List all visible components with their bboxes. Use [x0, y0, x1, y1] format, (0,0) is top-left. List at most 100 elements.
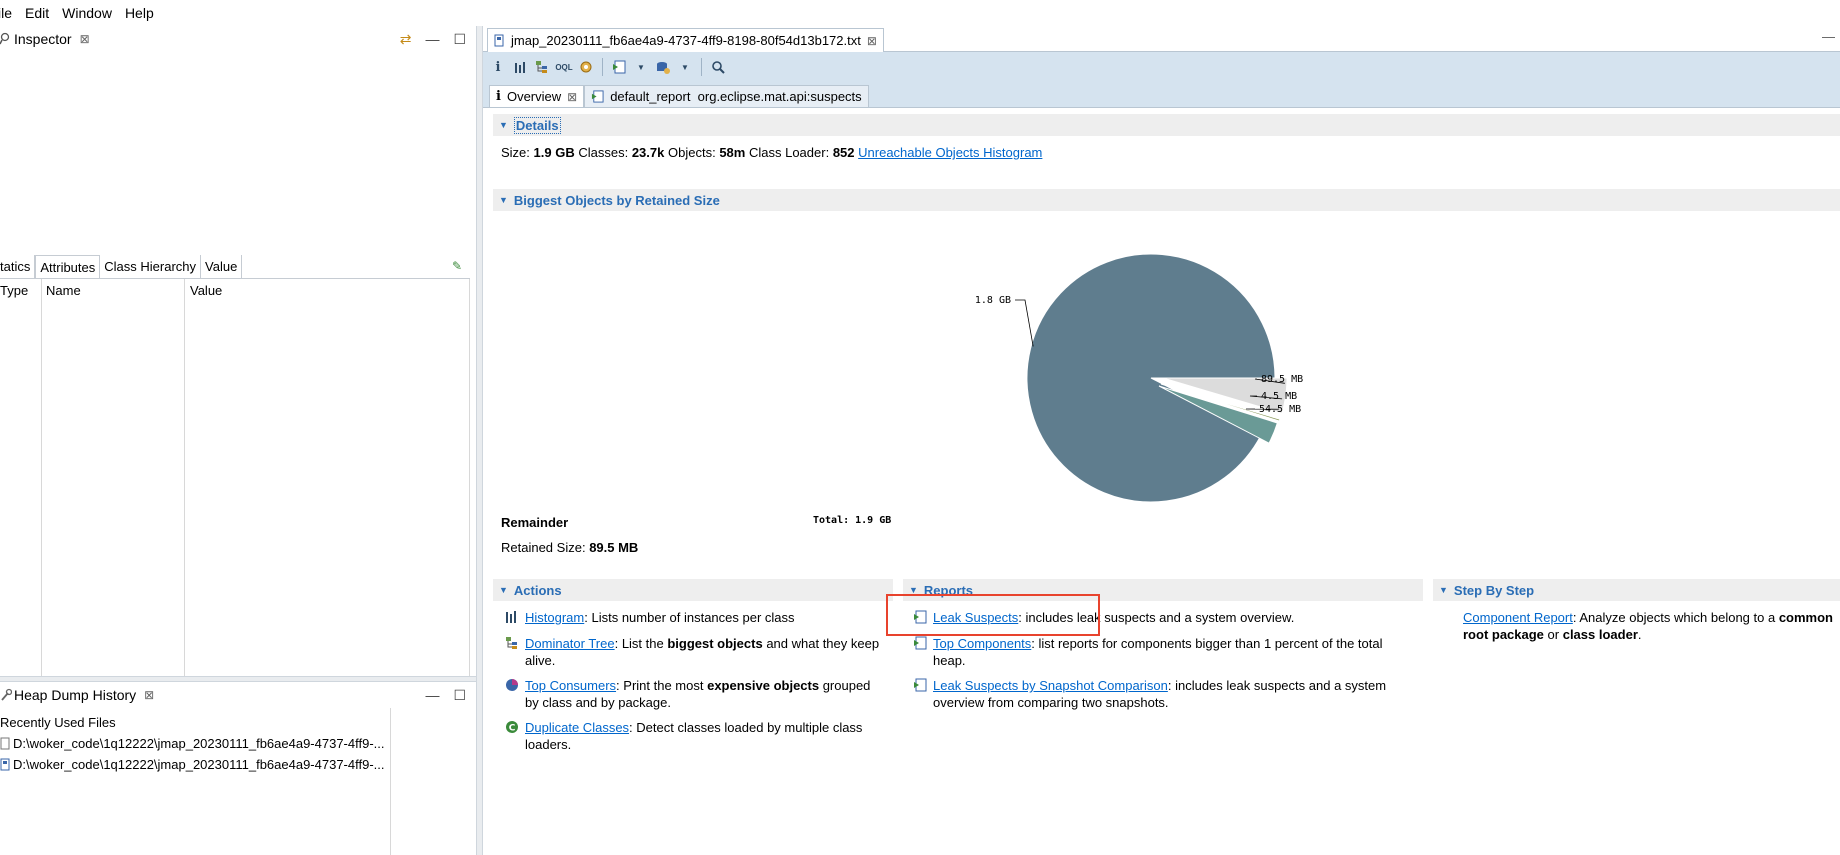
- histogram-icon: [506, 611, 516, 623]
- inspector-subtabs: tatics Attributes Class Hierarchy Value: [0, 255, 470, 279]
- search-icon[interactable]: [709, 58, 727, 76]
- class-loader-label: Class Loader:: [748, 145, 830, 160]
- size-label: Size:: [501, 145, 530, 160]
- leak-suspects-comparison-link[interactable]: Leak Suspects by Snapshot Comparison: [933, 678, 1168, 693]
- heap-dump-file-icon: [0, 758, 10, 771]
- close-icon[interactable]: ⊠: [867, 34, 877, 48]
- details-title: Details: [513, 116, 561, 134]
- biggest-objects-title: Biggest Objects by Retained Size: [513, 192, 720, 208]
- biggest-objects-pie-chart[interactable]: 1.8 GB 89.5 MB 4.5 MB 54.5 MB Total: 1.9 GB: [813, 216, 1483, 536]
- retained-size-line: Retained Size: 89.5 MB: [501, 540, 638, 555]
- column-name[interactable]: Name: [46, 283, 81, 298]
- run-report-icon[interactable]: [610, 58, 628, 76]
- heap-dump-overview-icon[interactable]: [577, 58, 595, 76]
- editor-toolbar: i OQL ▼ ▼: [483, 52, 1840, 82]
- column-type[interactable]: Type: [0, 283, 28, 298]
- menu-file[interactable]: ile: [0, 5, 12, 21]
- histogram-icon[interactable]: [511, 58, 529, 76]
- close-icon[interactable]: ⊠: [144, 688, 154, 702]
- info-icon: i: [496, 89, 501, 104]
- svg-text:C: C: [509, 724, 516, 734]
- subtab-statics[interactable]: tatics: [0, 255, 36, 278]
- biggest-objects-section-header[interactable]: ▼ Biggest Objects by Retained Size: [493, 189, 1840, 211]
- action-bold-text: expensive objects: [707, 678, 820, 693]
- collapse-triangle-icon: ▼: [1439, 585, 1448, 595]
- actions-section-header[interactable]: ▼ Actions: [493, 579, 893, 601]
- remainder-title: Remainder: [501, 515, 569, 530]
- close-icon[interactable]: ⊠: [80, 32, 90, 46]
- link-with-editor-icon[interactable]: ⇄: [400, 31, 412, 48]
- top-consumers-icon: [506, 679, 518, 691]
- step-bold-text: class loader: [1562, 627, 1638, 642]
- recently-used-files-heading: Recently Used Files: [0, 715, 116, 730]
- top-components-link[interactable]: Top Components: [933, 636, 1031, 651]
- details-line: Size: 1.9 GB Classes: 23.7k Objects: 58m…: [501, 145, 1042, 160]
- tab-overview-label: Overview: [506, 89, 562, 104]
- top-consumers-link[interactable]: Top Consumers: [525, 678, 616, 693]
- maximize-icon[interactable]: ☐: [453, 687, 466, 704]
- minimize-icon[interactable]: —: [425, 31, 439, 48]
- pin-icon[interactable]: ✎: [452, 259, 462, 273]
- pie-total-label: Total: 1.9 GB: [813, 515, 891, 526]
- dominator-tree-icon[interactable]: [533, 58, 551, 76]
- maximize-icon[interactable]: ☐: [453, 31, 466, 48]
- dominator-tree-link[interactable]: Dominator Tree: [525, 636, 615, 651]
- chevron-down-icon[interactable]: ▼: [676, 58, 694, 76]
- wrench-icon: [1, 688, 12, 701]
- action-bold-text: biggest objects: [667, 636, 763, 651]
- list-item[interactable]: D:\woker_code\1q12222\jmap_20230111_fb6a…: [0, 757, 385, 772]
- inspector-tab[interactable]: Inspector ⊠ ⇄ — ☐: [0, 26, 476, 52]
- oql-icon[interactable]: OQL: [555, 58, 573, 76]
- duplicate-classes-link[interactable]: Duplicate Classes: [525, 720, 629, 735]
- close-icon[interactable]: ⊠: [567, 90, 577, 104]
- class-loader-value: 852: [832, 145, 855, 160]
- query-browser-icon[interactable]: [654, 58, 672, 76]
- pie-slice-label: 89.5 MB: [1261, 374, 1303, 385]
- report-leak-suspects-comparison: Leak Suspects by Snapshot Comparison: in…: [913, 677, 1413, 711]
- chevron-down-icon[interactable]: ▼: [632, 58, 650, 76]
- pie-slice-label: 54.5 MB: [1259, 404, 1301, 415]
- subtab-attributes[interactable]: Attributes: [35, 255, 101, 278]
- menu-edit[interactable]: Edit: [25, 5, 49, 21]
- pie-label-line: [1015, 299, 1034, 347]
- collapse-triangle-icon: ▼: [499, 120, 508, 130]
- file-path: D:\woker_code\1q12222\jmap_20230111_fb6a…: [13, 736, 385, 751]
- menu-help[interactable]: Help: [125, 5, 154, 21]
- step-text: .: [1637, 627, 1642, 642]
- histogram-link[interactable]: Histogram: [525, 610, 584, 625]
- heap-dump-history-tab[interactable]: Heap Dump History ⊠ — ☐: [0, 682, 476, 708]
- column-value[interactable]: Value: [190, 283, 222, 298]
- step-by-step-section-header[interactable]: ▼ Step By Step: [1433, 579, 1840, 601]
- pie-slice-label: 1.8 GB: [975, 295, 1011, 306]
- subtab-value[interactable]: Value: [201, 255, 243, 278]
- file-path: D:\woker_code\1q12222\jmap_20230111_fb6a…: [13, 757, 385, 772]
- subtab-class-hierarchy[interactable]: Class Hierarchy: [100, 255, 202, 278]
- classes-value: 23.7k: [631, 145, 665, 160]
- component-report-link[interactable]: Component Report: [1463, 610, 1573, 625]
- menu-window[interactable]: Window: [62, 5, 112, 21]
- dominator-tree-icon: [506, 637, 517, 649]
- heap-dump-file-icon: [494, 34, 504, 47]
- minimize-icon[interactable]: —: [425, 687, 439, 704]
- report-subtab-bar: i Overview ⊠ default_report org.eclipse.…: [483, 82, 1840, 108]
- tab-overview[interactable]: i Overview ⊠: [489, 85, 585, 107]
- editor-area: jmap_20230111_fb6ae4a9-4737-4ff9-8198-80…: [482, 26, 1840, 855]
- minimize-icon[interactable]: —: [1822, 29, 1835, 44]
- collapse-triangle-icon: ▼: [499, 195, 508, 205]
- highlight-box: [886, 594, 1100, 636]
- size-value: 1.9 GB: [533, 145, 575, 160]
- list-item[interactable]: D:\woker_code\1q12222\jmap_20230111_fb6a…: [0, 736, 385, 751]
- actions-title: Actions: [513, 582, 562, 598]
- info-icon[interactable]: i: [489, 58, 507, 76]
- editor-tab-heapdump[interactable]: jmap_20230111_fb6ae4a9-4737-4ff9-8198-80…: [487, 28, 884, 52]
- tab-default-report[interactable]: default_report org.eclipse.mat.api:suspe…: [584, 85, 869, 107]
- heap-dump-history-panel: Heap Dump History ⊠ — ☐ Recently Used Fi…: [0, 682, 476, 855]
- unreachable-objects-histogram-link[interactable]: Unreachable Objects Histogram: [858, 145, 1042, 160]
- menu-bar: ile Edit Window Help: [0, 0, 1840, 26]
- action-text: : List the: [614, 636, 668, 651]
- details-section-header[interactable]: ▼ Details: [493, 114, 1840, 136]
- action-text: : Print the most: [616, 678, 708, 693]
- action-dominator-tree: Dominator Tree: List the biggest objects…: [505, 635, 885, 669]
- report-icon: [914, 636, 927, 650]
- collapse-triangle-icon: ▼: [499, 585, 508, 595]
